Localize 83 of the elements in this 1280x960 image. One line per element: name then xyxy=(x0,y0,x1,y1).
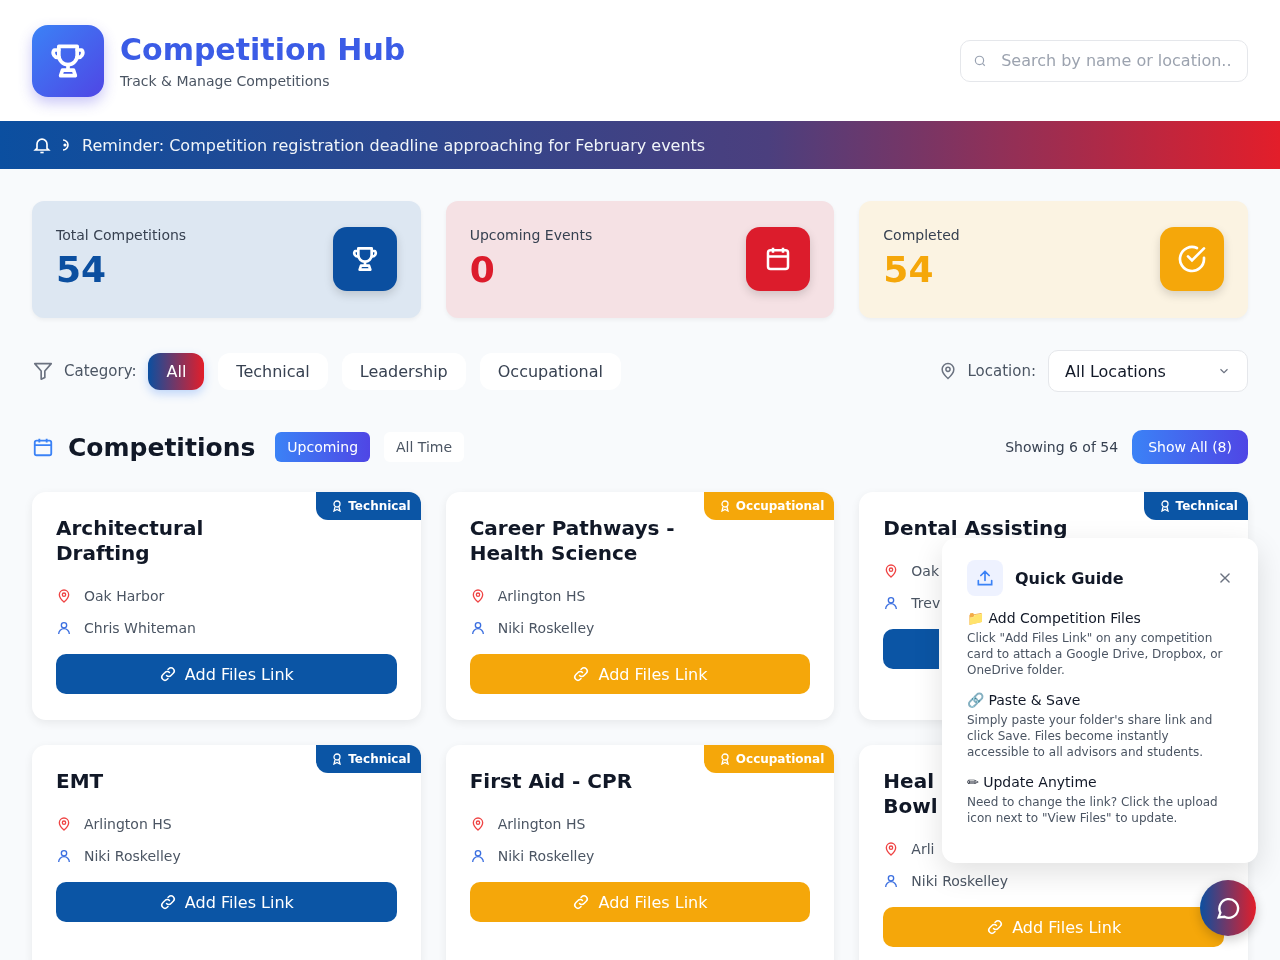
category-chip[interactable]: All xyxy=(148,352,205,390)
competition-title: Dental Assisting xyxy=(883,516,1068,541)
ribbon-icon xyxy=(1159,500,1170,512)
ribbon-icon xyxy=(719,500,730,512)
search-field[interactable]: Search by name or location... xyxy=(960,39,1248,82)
reminder-text: Reminder: Competition registration deadline approaching for February events xyxy=(82,135,706,155)
category-chip[interactable]: Technical xyxy=(218,352,328,390)
competition-location: Arlington HS xyxy=(84,816,172,832)
search-input[interactable]: Search by name or location... xyxy=(999,50,1235,71)
category-tag: Technical xyxy=(316,492,421,520)
competition-title: Career Pathways - Health Science xyxy=(469,516,675,566)
location-pin-icon xyxy=(56,588,72,604)
person-icon xyxy=(883,873,900,889)
ribbon-icon xyxy=(332,753,343,765)
location-label: Location: xyxy=(967,362,1036,380)
category-label: Category: xyxy=(64,362,137,380)
guide-step-title: 🔗 Paste & Save xyxy=(967,692,1082,708)
stat-label: Total Competitions xyxy=(56,227,187,243)
competition-location: Arlington HS xyxy=(497,588,586,604)
competition-title: First Aid - CPR xyxy=(469,769,633,794)
time-tab[interactable]: All Time xyxy=(384,432,465,462)
guide-step-text: Click "Add Files Link" on any competition card to attach a Google Drive, Dropbox, or OneDrive folder. xyxy=(967,630,1224,678)
trophy-icon xyxy=(332,227,397,291)
category-tag: Occupational xyxy=(703,492,835,520)
guide-step-text: Simply paste your folder's share link and click Save. Files become instantly accessible to all advisors and students. xyxy=(967,712,1214,760)
showing-count: Showing 6 of 54 xyxy=(1005,439,1119,455)
location-pin-icon xyxy=(56,816,72,832)
competition-advisor: Niki Roskelley xyxy=(911,873,1008,889)
competition-advisor: Niki Roskelley xyxy=(497,848,595,864)
competition-location: Arlington HS xyxy=(497,816,586,832)
competition-location: Oak Harbor xyxy=(84,588,165,604)
location-dropdown[interactable]: All Locations xyxy=(1048,350,1248,392)
stat-value: 0 xyxy=(469,249,496,290)
guide-title: Quick Guide xyxy=(1015,568,1125,588)
person-icon xyxy=(469,620,486,636)
bell-icon xyxy=(32,135,52,155)
guide-step-text: Need to change the link? Click the upload icon next to "View Files" to update. xyxy=(967,794,1219,826)
person-icon xyxy=(56,848,72,864)
stat-value: 54 xyxy=(883,249,935,290)
add-files-link-button[interactable] xyxy=(883,629,940,669)
add-files-link-button[interactable]: Add Files Link xyxy=(56,882,397,922)
competition-title: EMT xyxy=(56,769,104,794)
competition-title: Architectural Drafting xyxy=(56,516,204,566)
ribbon-icon xyxy=(332,500,343,512)
category-chip[interactable]: Occupational xyxy=(479,352,621,390)
competition-location: Oak xyxy=(911,563,940,579)
competition-location: Arli xyxy=(911,841,935,857)
category-tag: Occupational xyxy=(703,745,835,773)
competition-advisor: Niki Roskelley xyxy=(497,620,595,636)
category-tag: Technical xyxy=(316,745,421,773)
show-all-button[interactable]: Show All (8) xyxy=(1132,430,1248,464)
calendar-icon xyxy=(32,436,54,458)
ribbon-icon xyxy=(719,753,730,765)
trophy-logo-icon xyxy=(32,24,104,97)
close-button[interactable] xyxy=(1218,571,1232,585)
filter-icon xyxy=(32,360,54,382)
stat-label: Completed xyxy=(883,227,960,243)
category-tag: Technical xyxy=(1143,492,1248,520)
person-icon xyxy=(56,620,72,636)
half-circle-icon xyxy=(60,138,72,152)
upload-icon xyxy=(967,560,1003,596)
guide-step-title: ✏ Update Anytime xyxy=(967,774,1098,790)
competition-title: Heal Bowl xyxy=(883,769,938,819)
app-title: Competition Hub xyxy=(120,32,406,67)
section-title: Competitions xyxy=(68,432,256,462)
link-icon xyxy=(158,665,177,683)
guide-step-title: 📁 Add Competition Files xyxy=(967,610,1142,626)
link-icon xyxy=(986,918,1005,936)
app-subtitle: Track & Manage Competitions xyxy=(120,73,331,89)
link-icon xyxy=(572,665,591,683)
person-icon xyxy=(883,595,900,611)
calendar-icon xyxy=(746,227,811,291)
link-icon xyxy=(572,893,591,911)
stat-label: Upcoming Events xyxy=(469,227,593,243)
competition-advisor: Trev xyxy=(911,595,941,611)
person-icon xyxy=(469,848,486,864)
competition-advisor: Niki Roskelley xyxy=(84,848,181,864)
add-files-link-button[interactable]: Add Files Link xyxy=(56,654,397,694)
stat-value: 54 xyxy=(56,249,108,290)
link-icon xyxy=(158,893,177,911)
category-chip[interactable]: Leadership xyxy=(341,352,466,390)
competition-advisor: Chris Whiteman xyxy=(84,620,196,636)
time-tab[interactable]: Upcoming xyxy=(275,432,370,462)
